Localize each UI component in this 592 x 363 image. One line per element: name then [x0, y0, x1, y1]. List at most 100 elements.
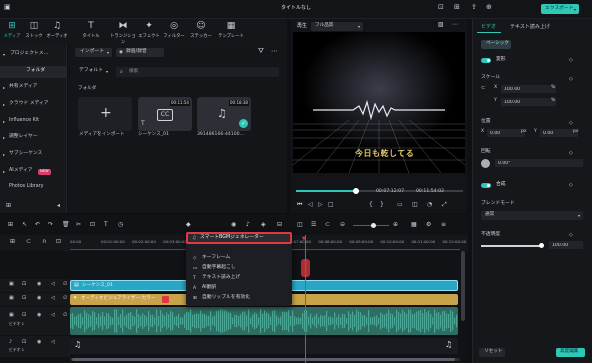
lock-icon[interactable]: ⊡: [22, 340, 26, 345]
lock-icon[interactable]: ⊡: [22, 282, 26, 287]
speed-icon[interactable]: ◷: [118, 222, 123, 228]
speaker-icon[interactable]: ◁: [51, 340, 55, 345]
rotate-dial[interactable]: [481, 159, 490, 168]
select-icon[interactable]: ↖: [22, 222, 27, 228]
scale-x-input[interactable]: [501, 85, 556, 93]
opacity-slider[interactable]: [481, 243, 545, 248]
link-icon[interactable]: ⊂: [481, 85, 485, 91]
play-back-icon[interactable]: ◁: [308, 202, 313, 208]
blend-dropdown[interactable]: 通常 ▾: [481, 211, 583, 220]
eye-icon[interactable]: ◉: [37, 340, 41, 345]
reset-button[interactable]: リセット: [479, 348, 505, 357]
keyframe-icon[interactable]: ◇: [569, 232, 573, 238]
adjust-icon[interactable]: ☰: [311, 222, 316, 228]
keyframe-icon[interactable]: ◇: [569, 57, 573, 63]
app-menu-icon[interactable]: ▣: [4, 4, 11, 11]
keyframe-icon[interactable]: ◇: [569, 150, 573, 156]
image-icon[interactable]: ▨: [438, 22, 444, 28]
keyframe-icon[interactable]: ◇: [569, 120, 573, 126]
share-icon[interactable]: ⇪: [471, 4, 477, 11]
menu-item-smart-bgm[interactable]: ♫ スマートBGMジェネレーター: [186, 232, 292, 244]
grid-icon[interactable]: ▦: [411, 222, 417, 228]
collapse-icon[interactable]: ◂: [57, 203, 60, 209]
pos-x-input[interactable]: [487, 129, 525, 137]
mute-icon[interactable]: ∅: [63, 282, 67, 287]
opacity-input[interactable]: [549, 241, 583, 249]
volume-icon[interactable]: ◔: [427, 202, 432, 208]
import-media-tile[interactable]: +: [78, 97, 132, 131]
folder-add-icon[interactable]: ⊞: [6, 203, 11, 209]
shield-icon[interactable]: ◈: [261, 222, 266, 228]
more-icon[interactable]: ⋯: [271, 48, 278, 55]
add-track-icon[interactable]: ⊞: [10, 239, 15, 245]
image-icon[interactable]: ⊡: [438, 4, 444, 11]
mark-out-icon[interactable]: }: [380, 202, 384, 208]
mute-icon[interactable]: ∅: [63, 296, 67, 301]
ai-icon[interactable]: ◉: [231, 222, 236, 228]
lock-icon[interactable]: ⊡: [22, 296, 26, 301]
eye-icon[interactable]: ◉: [37, 296, 41, 301]
cart-icon[interactable]: ⊕: [486, 4, 492, 11]
sidebar-item-subsequence[interactable]: サブシーケンス: [9, 151, 42, 157]
mark-in-icon[interactable]: {: [369, 202, 373, 208]
layout-icon[interactable]: ⊞: [8, 222, 13, 228]
tab-tts[interactable]: テキスト読み上げ: [510, 25, 550, 30]
keyframe-icon[interactable]: ◇: [569, 182, 573, 188]
speaker-icon[interactable]: ◁: [51, 313, 55, 318]
sidebar-item-adjust[interactable]: 調整レイヤー: [9, 134, 38, 140]
playback-tab[interactable]: 再生: [297, 24, 307, 29]
marker-icon[interactable]: ◆: [186, 222, 191, 228]
zoom-slider[interactable]: [353, 223, 389, 228]
more-icon[interactable]: ⋯: [452, 22, 458, 28]
tool-title[interactable]: T タイトル: [79, 21, 103, 43]
sidebar-item-shared[interactable]: 共有メディア: [9, 84, 37, 90]
undo-icon[interactable]: ↶: [35, 222, 40, 228]
sidebar-item-folder[interactable]: フォルダ: [26, 68, 45, 74]
media-thumb-audio[interactable]: 00:18:38 ♫ ✓: [197, 97, 251, 131]
audio-clip-start-icon[interactable]: ♫: [74, 341, 81, 349]
tool-audio[interactable]: ♫ オーディオ: [45, 21, 69, 43]
snapshot-icon[interactable]: ◫: [412, 202, 418, 208]
record-button[interactable]: ◉ 録画/録音: [116, 48, 164, 57]
opacity-handle[interactable]: [539, 243, 545, 248]
tool-template[interactable]: ▦ テンプレート: [217, 21, 245, 43]
playhead-handle[interactable]: [301, 259, 310, 277]
zoom-handle[interactable]: [371, 223, 376, 228]
menu-item-auto-ripple[interactable]: 自動リップルを有効化: [202, 295, 250, 301]
subtab-basic[interactable]: ベーシック: [481, 40, 511, 49]
settings-icon[interactable]: ⚙: [426, 222, 431, 228]
link-icon[interactable]: ⊂: [325, 222, 330, 228]
play-icon[interactable]: ▷: [318, 202, 323, 208]
delete-icon[interactable]: 🗑: [62, 222, 70, 228]
transform-toggle[interactable]: [481, 58, 491, 63]
menu-item-ai-translate[interactable]: AI翻訳: [202, 285, 216, 291]
sidebar-item-ai[interactable]: AIメディア: [9, 168, 33, 174]
media-thumb-sequence[interactable]: 00:11:54 CC T: [138, 97, 192, 131]
gift-icon[interactable]: ⊞: [454, 4, 460, 11]
redo-icon[interactable]: ↷: [48, 222, 53, 228]
tool-stock[interactable]: ◫ ストック: [22, 21, 46, 43]
display-icon[interactable]: ▭: [397, 202, 403, 208]
camera-icon[interactable]: ◫: [297, 222, 303, 228]
mic-icon[interactable]: ♪: [246, 222, 250, 228]
scale-y-input[interactable]: [501, 98, 556, 106]
tool-transition[interactable]: ⧓ トランジション: [109, 21, 137, 45]
zoom-out-icon[interactable]: ⊖: [340, 222, 345, 228]
tab-video[interactable]: ビデオ: [481, 25, 496, 30]
sidebar-item-influence[interactable]: Influence Kit: [9, 118, 39, 124]
search-field[interactable]: ⌕ 検索: [116, 67, 279, 77]
waveform-clip[interactable]: [70, 307, 458, 335]
tool-effect[interactable]: ✦ エフェクト: [137, 21, 161, 43]
link-icon[interactable]: ⊂: [26, 239, 31, 245]
sidebar-item-cloud[interactable]: クラウド メディア: [9, 101, 49, 107]
text-icon[interactable]: T: [104, 222, 108, 228]
composite-toggle[interactable]: [481, 183, 491, 188]
menu-item-keyframe[interactable]: キーフレーム: [202, 255, 230, 261]
speaker-icon[interactable]: ◁: [51, 282, 55, 287]
export-button[interactable]: エクスポート ▾: [541, 4, 579, 14]
magnet-icon[interactable]: ∩: [42, 239, 46, 245]
filter-icon[interactable]: ⛛: [258, 48, 264, 55]
advanced-edit-button[interactable]: 高度編集: [556, 348, 585, 357]
menu-item-auto-caption[interactable]: 自動字幕起こし: [202, 265, 236, 271]
scrollbar-thumb[interactable]: [72, 358, 455, 361]
